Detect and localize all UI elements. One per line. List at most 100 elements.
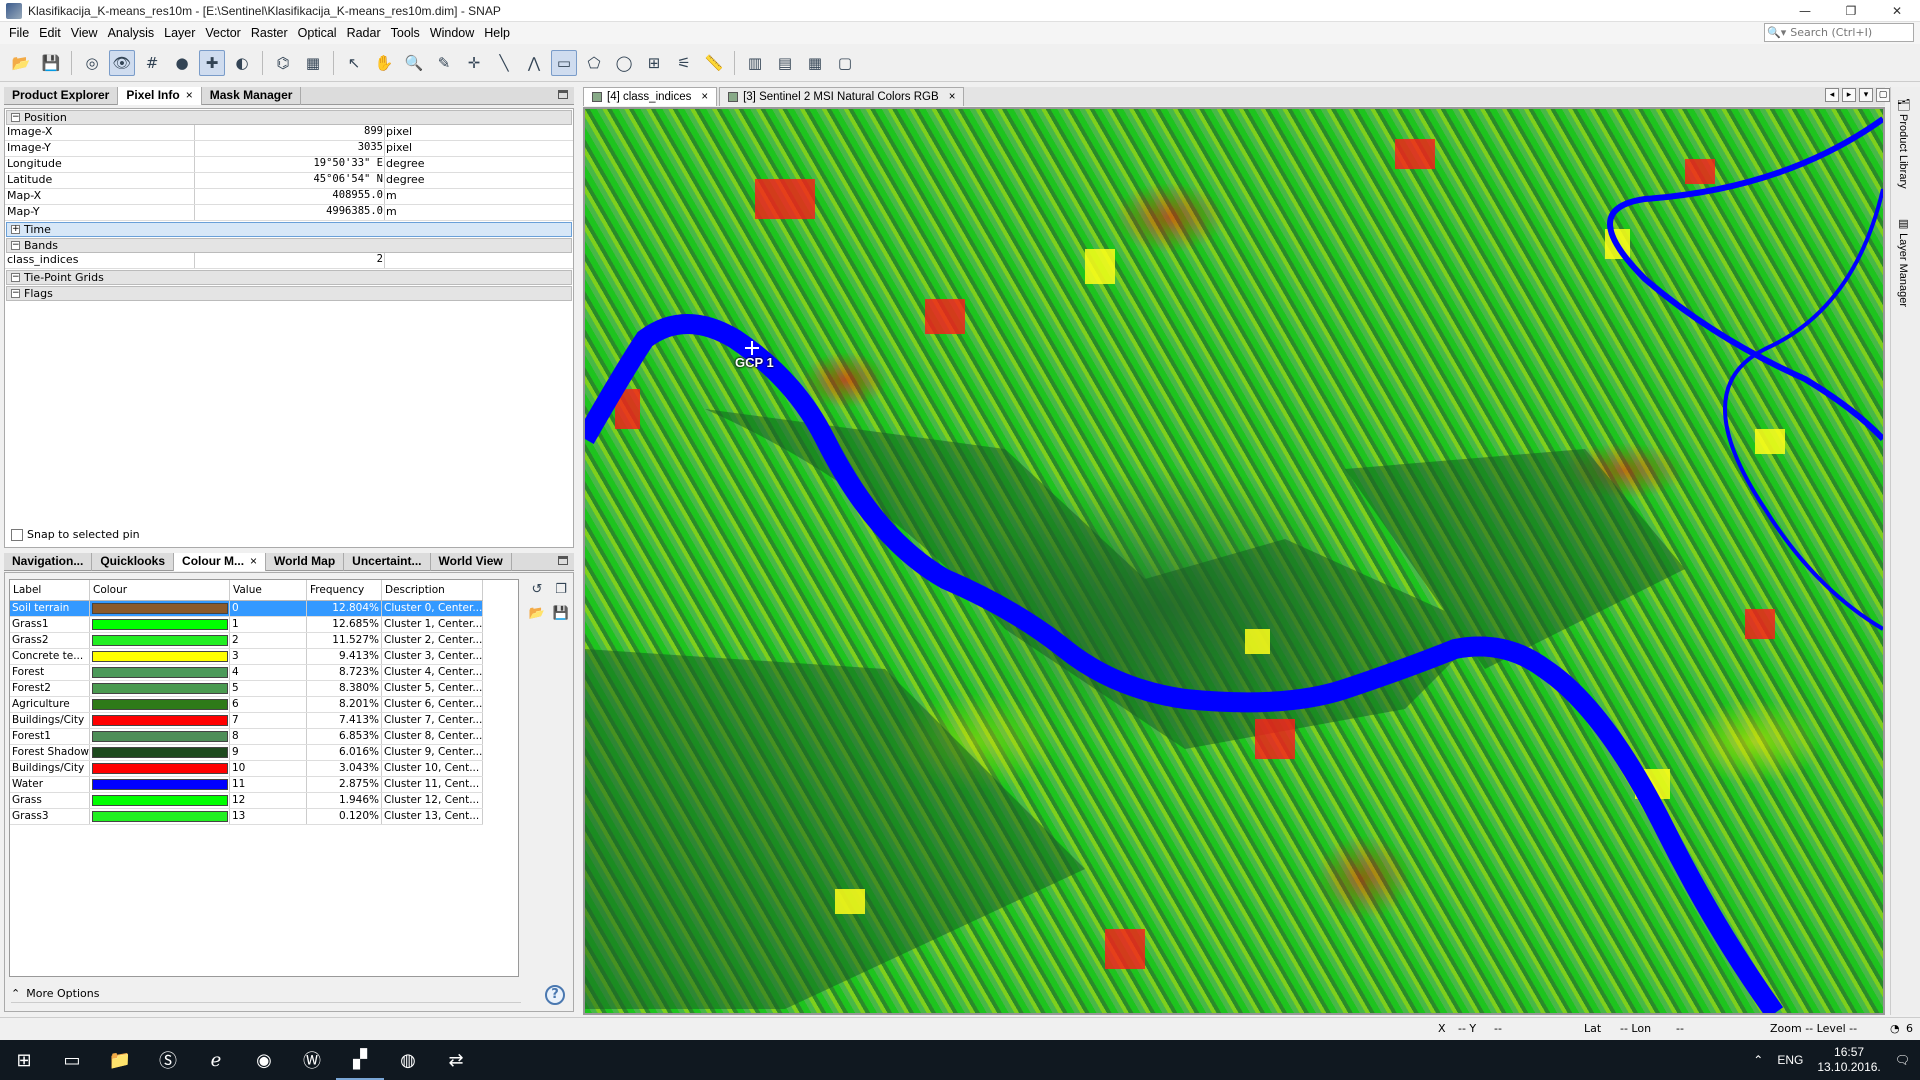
row-value[interactable]: 10 — [229, 760, 307, 777]
menu-analysis[interactable]: Analysis — [103, 26, 160, 40]
row-colour[interactable] — [89, 680, 230, 697]
row-frequency[interactable]: 11.527% — [306, 632, 382, 649]
export-icon[interactable]: 💾 — [551, 603, 571, 623]
more-options-toggle[interactable]: ⌃ More Options — [11, 987, 521, 1003]
row-description[interactable]: Cluster 1, Center... — [381, 616, 484, 633]
colour-swatch[interactable] — [92, 698, 228, 710]
colour-swatch[interactable] — [92, 794, 228, 806]
header-label[interactable]: Label — [10, 580, 90, 601]
polyline-draw-icon[interactable]: ⋀ — [521, 50, 547, 76]
row-description[interactable]: Cluster 11, Cent... — [381, 776, 484, 793]
row-frequency[interactable]: 3.043% — [306, 760, 382, 777]
table-row[interactable]: Forest 4 8.723% Cluster 4, Center... — [10, 664, 484, 681]
row-description[interactable]: Cluster 0, Center... — [381, 600, 484, 617]
section-flags[interactable]: − Flags — [6, 286, 572, 301]
table-row[interactable]: Buildings/City 7 7.413% Cluster 7, Center..… — [10, 712, 484, 729]
row-value[interactable]: 7 — [229, 712, 307, 729]
dropdown-icon[interactable]: ▾ — [1859, 88, 1873, 102]
line-draw-icon[interactable]: ╲ — [491, 50, 517, 76]
row-label[interactable]: Forest — [10, 664, 90, 681]
row-label[interactable]: Grass2 — [10, 632, 90, 649]
row-label[interactable]: Grass — [10, 792, 90, 809]
tab-layer-manager[interactable]: ▤ Layer Manager — [1897, 217, 1910, 307]
gcp-icon[interactable]: ✚ — [199, 49, 225, 76]
scroll-right-icon[interactable]: ▸ — [1842, 88, 1856, 102]
colour-swatch[interactable] — [92, 746, 228, 758]
import-icon[interactable]: 📂 — [527, 603, 547, 623]
header-description[interactable]: Description — [381, 580, 484, 601]
colour-swatch[interactable] — [92, 618, 228, 630]
search-input[interactable]: 🔍▾ Search (Ctrl+I) — [1764, 23, 1914, 42]
row-frequency[interactable]: 0.120% — [306, 808, 382, 825]
gcp-marker-icon[interactable] — [745, 341, 759, 355]
tab-pixel-info[interactable]: Pixel Info × — [118, 87, 202, 105]
table-row[interactable]: Forest Shadow 9 6.016% Cluster 9, Center... — [10, 744, 484, 761]
table-row[interactable]: Agriculture 6 8.201% Cluster 6, Center... — [10, 696, 484, 713]
chevron-up-icon[interactable]: ⌃ — [1753, 1053, 1763, 1067]
row-value[interactable]: 3 — [229, 648, 307, 665]
table-row[interactable]: Soil terrain 0 12.804% Cluster 0, Center... — [10, 600, 484, 617]
close-button[interactable]: ✕ — [1874, 0, 1920, 22]
close-tab-icon[interactable]: × — [949, 91, 956, 103]
row-value[interactable]: 4 — [229, 664, 307, 681]
table-row[interactable]: Grass1 1 12.685% Cluster 1, Center... — [10, 616, 484, 633]
row-colour[interactable] — [89, 648, 230, 665]
row-description[interactable]: Cluster 5, Center... — [381, 680, 484, 697]
rectangle-draw-icon[interactable]: ▭ — [551, 49, 577, 76]
maximize-icon[interactable]: ▢ — [1876, 88, 1890, 102]
menu-help[interactable]: Help — [479, 26, 515, 40]
collapse-icon[interactable]: − — [11, 241, 20, 250]
snap-to-pin-checkbox[interactable]: Snap to selected pin — [11, 528, 140, 541]
tile-horizontal-icon[interactable]: ▥ — [742, 50, 768, 76]
view-icon[interactable]: 👁 — [109, 49, 135, 76]
menu-view[interactable]: View — [66, 26, 103, 40]
menu-layer[interactable]: Layer — [159, 26, 200, 40]
gcp-placing-icon[interactable]: ✛ — [461, 50, 487, 76]
reset-icon[interactable]: ↺ — [527, 579, 547, 599]
row-description[interactable]: Cluster 2, Center... — [381, 632, 484, 649]
menu-radar[interactable]: Radar — [342, 26, 386, 40]
scroll-left-icon[interactable]: ◂ — [1825, 88, 1839, 102]
snap-taskbar-icon[interactable]: ▞ — [336, 1040, 384, 1080]
section-time[interactable]: + Time — [6, 222, 572, 237]
colour-swatch[interactable] — [92, 714, 228, 726]
grid-icon[interactable]: # — [139, 50, 165, 76]
pin-icon[interactable]: ● — [169, 50, 195, 76]
row-colour[interactable] — [89, 600, 230, 617]
menu-raster[interactable]: Raster — [246, 26, 293, 40]
row-description[interactable]: Cluster 4, Center... — [381, 664, 484, 681]
tab-world-map[interactable]: World Map — [266, 553, 345, 571]
header-frequency[interactable]: Frequency — [306, 580, 382, 601]
close-tab-icon[interactable]: × — [186, 88, 193, 102]
tab-natural-colors[interactable]: [3] Sentinel 2 MSI Natural Colors RGB × — [719, 87, 965, 106]
row-colour[interactable] — [89, 664, 230, 681]
row-label[interactable]: Buildings/City — [10, 760, 90, 777]
colour-swatch[interactable] — [92, 730, 228, 742]
close-tab-icon[interactable]: × — [250, 554, 257, 568]
table-row[interactable]: Grass2 2 11.527% Cluster 2, Center... — [10, 632, 484, 649]
row-value[interactable]: 0 — [229, 600, 307, 617]
edge-icon[interactable]: ℯ — [192, 1040, 240, 1080]
row-frequency[interactable]: 8.723% — [306, 664, 382, 681]
tab-quicklooks[interactable]: Quicklooks — [92, 553, 175, 571]
row-value[interactable]: 9 — [229, 744, 307, 761]
minimize-button[interactable]: — — [1782, 0, 1828, 22]
row-colour[interactable] — [89, 696, 230, 713]
row-colour[interactable] — [89, 616, 230, 633]
row-frequency[interactable]: 1.946% — [306, 792, 382, 809]
ellipse-draw-icon[interactable]: ◯ — [611, 50, 637, 76]
row-label[interactable]: Soil terrain — [10, 600, 90, 617]
checkbox-icon[interactable] — [11, 528, 23, 541]
colour-swatch[interactable] — [92, 810, 228, 822]
row-colour[interactable] — [89, 760, 230, 777]
row-description[interactable]: Cluster 8, Center... — [381, 728, 484, 745]
teamviewer-icon[interactable]: ⇄ — [432, 1040, 480, 1080]
minimize-panel-icon[interactable] — [558, 556, 568, 565]
row-description[interactable]: Cluster 12, Cent... — [381, 792, 484, 809]
notification-icon[interactable]: ◔ — [1890, 1022, 1900, 1035]
row-value[interactable]: 13 — [229, 808, 307, 825]
table-row[interactable]: Forest1 8 6.853% Cluster 8, Center... — [10, 728, 484, 745]
menu-optical[interactable]: Optical — [293, 26, 342, 40]
task-view-icon[interactable]: ▭ — [48, 1040, 96, 1080]
skype-icon[interactable]: Ⓢ — [144, 1040, 192, 1080]
